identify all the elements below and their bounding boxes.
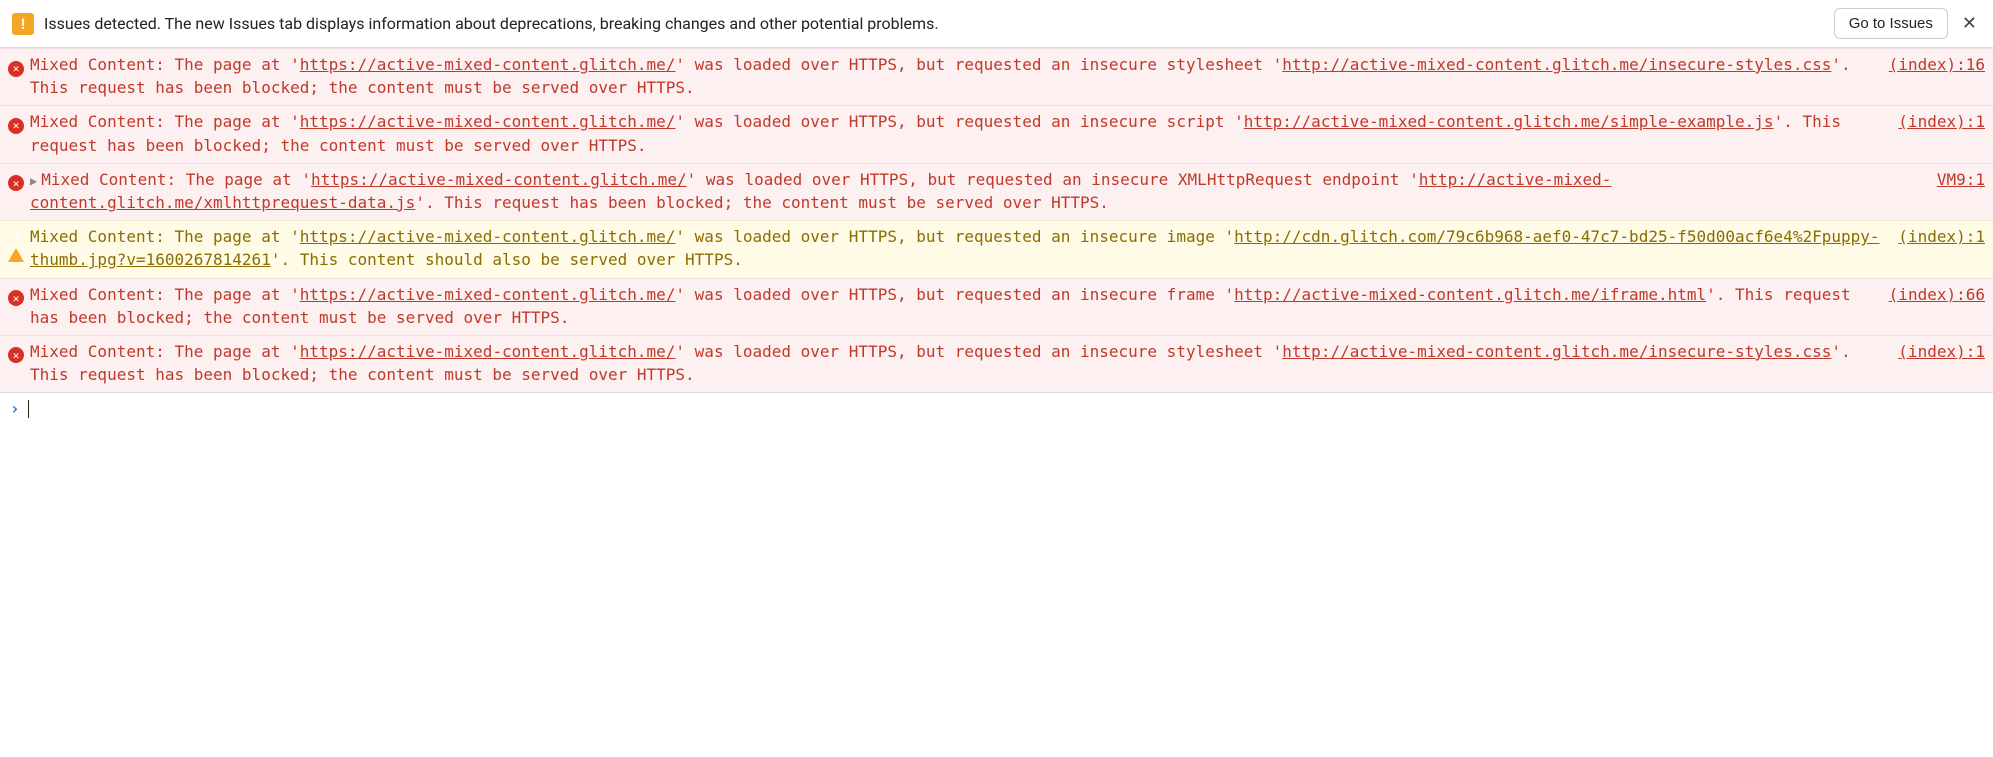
message-text: Mixed Content: The page at ' xyxy=(41,170,311,189)
error-icon: ✕ xyxy=(8,290,24,306)
url-link[interactable]: https://active-mixed-content.glitch.me/ xyxy=(300,342,676,361)
prompt-caret-icon: › xyxy=(10,399,20,418)
console-log-list: ✕Mixed Content: The page at 'https://act… xyxy=(0,48,1993,392)
error-icon: ✕ xyxy=(8,118,24,134)
error-icon: ✕ xyxy=(8,175,24,191)
url-link[interactable]: https://active-mixed-content.glitch.me/ xyxy=(300,112,676,131)
message-text: ' was loaded over HTTPS, but requested a… xyxy=(675,55,1282,74)
console-message: Mixed Content: The page at 'https://acti… xyxy=(30,53,1879,99)
message-text: Mixed Content: The page at ' xyxy=(30,342,300,361)
url-link[interactable]: https://active-mixed-content.glitch.me/ xyxy=(300,55,676,74)
console-message: Mixed Content: The page at 'https://acti… xyxy=(30,283,1879,329)
message-text: Mixed Content: The page at ' xyxy=(30,285,300,304)
issues-text: Issues detected. The new Issues tab disp… xyxy=(44,14,1824,33)
source-link[interactable]: (index):1 xyxy=(1888,340,1985,363)
source-link[interactable]: VM9:1 xyxy=(1927,168,1985,191)
error-icon: ✕ xyxy=(8,61,24,77)
message-text: ' was loaded over HTTPS, but requested a… xyxy=(675,227,1234,246)
source-link[interactable]: (index):66 xyxy=(1879,283,1985,306)
warning-icon xyxy=(8,229,24,262)
message-text: '. This content should also be served ov… xyxy=(271,250,743,269)
message-text: ' was loaded over HTTPS, but requested a… xyxy=(675,112,1243,131)
message-text: Mixed Content: The page at ' xyxy=(30,112,300,131)
console-row[interactable]: Mixed Content: The page at 'https://acti… xyxy=(0,220,1993,277)
console-message: Mixed Content: The page at 'https://acti… xyxy=(30,225,1888,271)
console-message: Mixed Content: The page at 'https://acti… xyxy=(30,110,1888,156)
go-to-issues-button[interactable]: Go to Issues xyxy=(1834,8,1948,39)
console-message: Mixed Content: The page at 'https://acti… xyxy=(30,340,1888,386)
message-text: Mixed Content: The page at ' xyxy=(30,55,300,74)
error-icon: ✕ xyxy=(8,347,24,363)
url-link[interactable]: https://active-mixed-content.glitch.me/ xyxy=(311,170,687,189)
url-link[interactable]: http://active-mixed-content.glitch.me/si… xyxy=(1244,112,1774,131)
console-message: ▶Mixed Content: The page at 'https://act… xyxy=(30,168,1927,214)
expand-caret-icon[interactable]: ▶ xyxy=(30,173,37,190)
url-link[interactable]: http://active-mixed-content.glitch.me/in… xyxy=(1282,55,1831,74)
console-row[interactable]: ✕ ▶Mixed Content: The page at 'https://ac… xyxy=(0,163,1993,220)
url-link[interactable]: http://active-mixed-content.glitch.me/in… xyxy=(1282,342,1831,361)
prompt-cursor xyxy=(28,400,29,418)
message-text: ' was loaded over HTTPS, but requested a… xyxy=(675,342,1282,361)
issues-bar: ! Issues detected. The new Issues tab di… xyxy=(0,0,1993,48)
console-row[interactable]: ✕ Mixed Content: The page at 'https://act… xyxy=(0,105,1993,162)
console-prompt[interactable]: › xyxy=(0,392,1993,424)
message-text: '. This request has been blocked; the co… xyxy=(415,193,1109,212)
close-icon[interactable]: ✕ xyxy=(1958,13,1981,34)
message-text: Mixed Content: The page at ' xyxy=(30,227,300,246)
source-link[interactable]: (index):16 xyxy=(1879,53,1985,76)
url-link[interactable]: https://active-mixed-content.glitch.me/ xyxy=(300,285,676,304)
console-row[interactable]: ✕ Mixed Content: The page at 'https://act… xyxy=(0,278,1993,335)
message-text: ' was loaded over HTTPS, but requested a… xyxy=(675,285,1234,304)
console-row[interactable]: ✕ Mixed Content: The page at 'https://act… xyxy=(0,48,1993,105)
url-link[interactable]: http://active-mixed-content.glitch.me/if… xyxy=(1234,285,1706,304)
source-link[interactable]: (index):1 xyxy=(1888,225,1985,248)
url-link[interactable]: https://active-mixed-content.glitch.me/ xyxy=(300,227,676,246)
console-row[interactable]: ✕ Mixed Content: The page at 'https://act… xyxy=(0,335,1993,392)
issues-badge-icon: ! xyxy=(12,13,34,35)
message-text: ' was loaded over HTTPS, but requested a… xyxy=(687,170,1419,189)
source-link[interactable]: (index):1 xyxy=(1888,110,1985,133)
